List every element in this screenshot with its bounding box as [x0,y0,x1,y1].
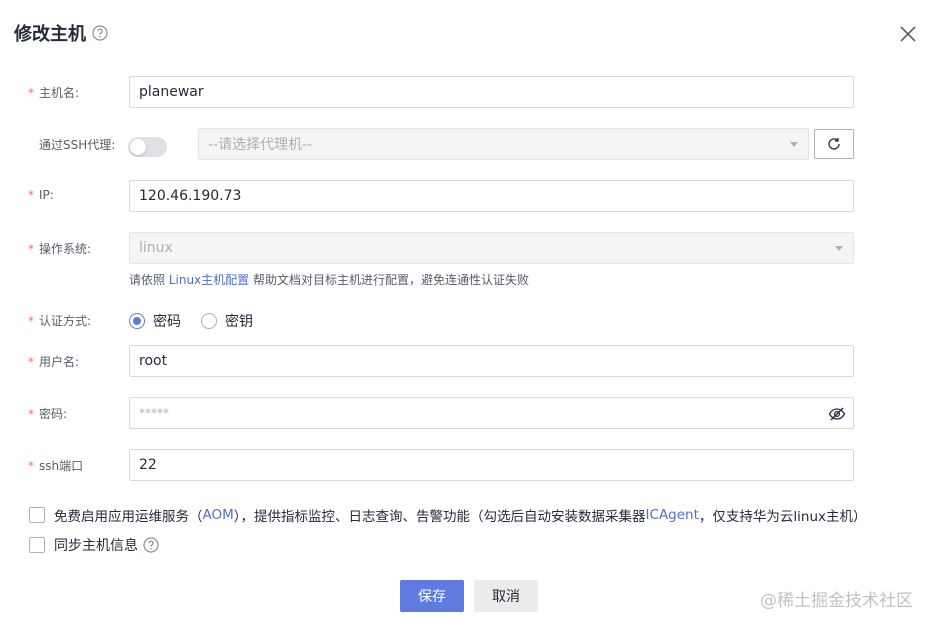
auth-option-key[interactable]: 密钥 [201,311,253,331]
auth-option-password[interactable]: 密码 [129,311,181,331]
os-label: * 操作系统: [28,241,92,257]
ssh-proxy-label: 通过SSH代理: [39,138,116,152]
hostname-input[interactable]: planewar [129,76,854,108]
refresh-button[interactable] [814,129,854,159]
close-button[interactable] [896,22,920,46]
dialog-title: 修改主机 [14,24,86,45]
ssh-proxy-toggle[interactable] [128,137,167,157]
dialog-header: 修改主机 [14,20,108,46]
auth-row: * 认证方式: 密码 密钥 [0,310,941,330]
hostname-label: * 主机名: [28,85,80,101]
aom-link[interactable]: AOM [203,507,234,523]
help-icon[interactable] [143,537,159,553]
toggle-knob [130,139,146,155]
radio-unchecked [201,313,217,329]
os-select[interactable]: linux [129,232,854,264]
radio-checked [129,313,145,329]
refresh-icon [828,138,840,150]
icagent-link[interactable]: ICAgent [646,507,699,523]
password-label: * 密码: [28,406,68,422]
hostname-row: * 主机名: planewar [0,76,941,108]
username-input[interactable]: root [129,345,854,377]
edit-host-dialog: 修改主机 * 主机名: planewar 通过SSH代理: --请选择代理机-- [0,0,941,627]
password-input[interactable]: ***** [129,397,854,429]
ssh-port-row: * ssh端口 22 [0,449,941,481]
aom-option: 免费启用应用运维服务（ AOM ），提供指标监控、日志查询、告警功能（勾选后自动安装… [29,505,867,525]
linux-config-link[interactable]: Linux主机配置 [169,273,249,287]
watermark: @稀土掘金技术社区 [760,591,913,611]
os-row: * 操作系统: linux 请依照 Linux主机配置 帮助文档对目标主机进行配… [0,232,941,288]
chevron-down-icon [835,246,843,251]
password-row: * 密码: ***** [0,397,941,429]
aom-checkbox[interactable] [29,507,45,523]
ip-label: * IP: [28,188,54,202]
username-label: * 用户名: [28,354,80,370]
sync-checkbox[interactable] [29,537,45,553]
username-row: * 用户名: root [0,345,941,377]
ssh-proxy-row: 通过SSH代理: --请选择代理机-- [0,128,941,160]
proxy-select[interactable]: --请选择代理机-- [198,128,809,160]
ip-row: * IP: 120.46.190.73 [0,180,941,212]
os-hint: 请依照 Linux主机配置 帮助文档对目标主机进行配置，避免连通性认证失败 [129,273,529,287]
sync-option: 同步主机信息 [29,535,159,555]
ssh-port-input[interactable]: 22 [129,449,854,481]
help-icon[interactable] [92,25,108,41]
save-button[interactable]: 保存 [400,580,464,612]
ssh-port-label: * ssh端口 [28,458,84,474]
cancel-button[interactable]: 取消 [474,580,538,612]
required-mark: * [28,85,34,100]
auth-label: * 认证方式: [28,313,92,329]
chevron-down-icon [790,142,798,147]
auth-radio-group: 密码 密钥 [129,311,273,331]
close-icon [900,26,916,42]
ip-input[interactable]: 120.46.190.73 [129,180,854,212]
eye-off-icon[interactable] [828,405,846,423]
